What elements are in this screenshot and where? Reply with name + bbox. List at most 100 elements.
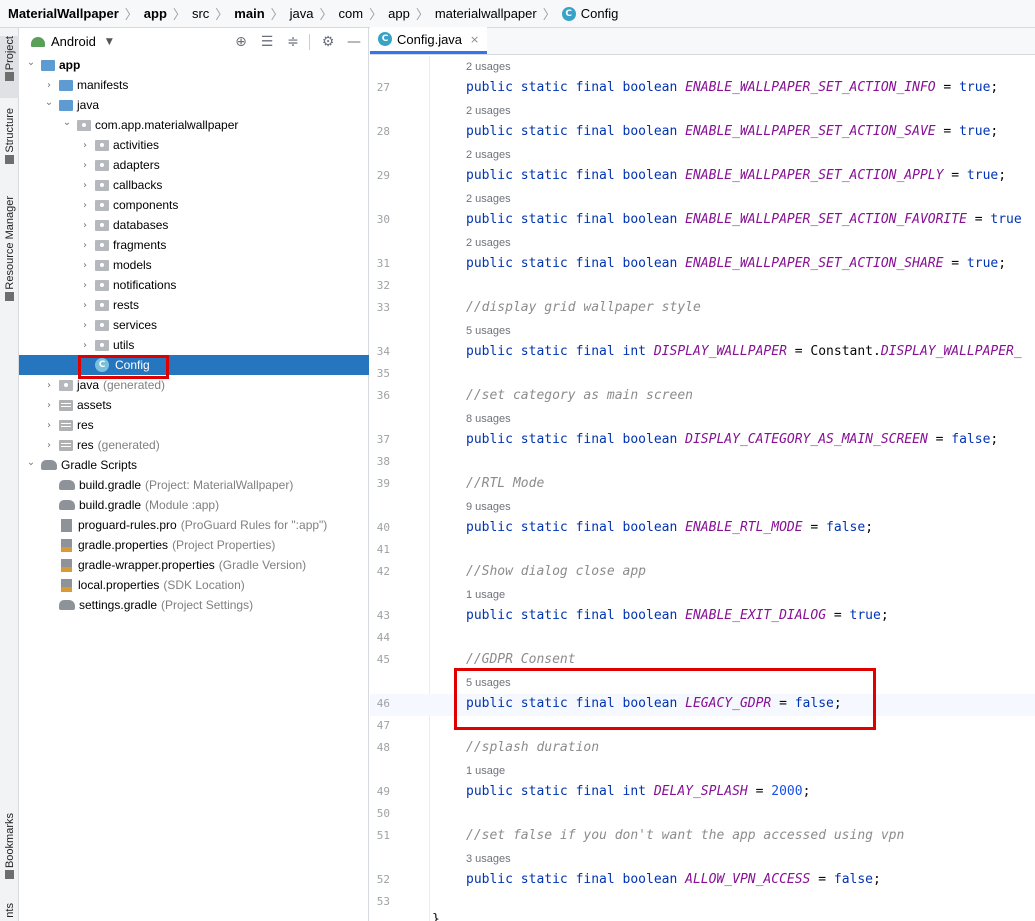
tree-item[interactable]: ⌄ java <box>19 95 369 115</box>
chevron-right-icon[interactable]: › <box>79 200 91 211</box>
chevron-down-icon[interactable]: ▼ <box>106 37 113 47</box>
code-line[interactable]: 35 <box>370 364 1035 386</box>
code-line[interactable]: 32 <box>370 276 1035 298</box>
chevron-right-icon[interactable]: › <box>43 400 55 411</box>
breadcrumb-item[interactable]: materialwallpaper <box>435 6 537 21</box>
code-line[interactable]: 49 public static final int DELAY_SPLASH =… <box>370 782 1035 804</box>
structure-tool-button[interactable]: Structure <box>0 108 19 178</box>
usages-hint[interactable]: 9 usages <box>370 496 1035 518</box>
usages-label[interactable]: 1 usage <box>466 760 505 782</box>
tree-item[interactable]: ›proguard-rules.pro(ProGuard Rules for "… <box>19 515 369 535</box>
chevron-right-icon[interactable]: › <box>79 280 91 291</box>
breadcrumb-item[interactable]: java <box>290 6 314 21</box>
code-line[interactable]: 31 public static final boolean ENABLE_WAL… <box>370 254 1035 276</box>
usages-label[interactable]: 2 usages <box>466 144 511 166</box>
usages-label[interactable]: 3 usages <box>466 848 511 870</box>
chevron-right-icon[interactable]: › <box>43 440 55 451</box>
chevron-down-icon[interactable]: ⌄ <box>61 117 73 128</box>
tree-item[interactable]: › java (generated) <box>19 375 369 395</box>
usages-hint[interactable]: 2 usages <box>370 56 1035 78</box>
code-line[interactable]: 53 <box>370 892 1035 914</box>
tree-item[interactable]: ›CConfig <box>19 355 369 375</box>
usages-hint[interactable]: 8 usages <box>370 408 1035 430</box>
code-line[interactable]: 39 //RTL Mode <box>370 474 1035 496</box>
tab-config-java[interactable]: C Config.java × <box>370 27 488 54</box>
expand-all-icon[interactable]: ☰ <box>259 34 275 50</box>
tree-item[interactable]: ›build.gradle(Module :app) <box>19 495 369 515</box>
chevron-right-icon[interactable]: › <box>43 380 55 391</box>
usages-label[interactable]: 9 usages <box>466 496 511 518</box>
breadcrumb-current[interactable]: Config <box>581 6 619 21</box>
usages-label[interactable]: 1 usage <box>466 584 505 606</box>
tree-item[interactable]: › activities <box>19 135 369 155</box>
usages-label[interactable]: 2 usages <box>466 232 511 254</box>
breadcrumb-item[interactable]: src <box>192 6 209 21</box>
tree-item[interactable]: › adapters <box>19 155 369 175</box>
resource-manager-tool-button[interactable]: Resource Manager <box>0 196 19 311</box>
tree-item[interactable]: › assets <box>19 395 369 415</box>
close-icon[interactable]: × <box>470 33 479 46</box>
code-line[interactable]: 40 public static final boolean ENABLE_RTL… <box>370 518 1035 540</box>
code-line[interactable]: 41 <box>370 540 1035 562</box>
breadcrumb-item[interactable]: com <box>339 6 364 21</box>
chevron-down-icon[interactable]: ⌄ <box>25 457 37 468</box>
usages-label[interactable]: 2 usages <box>466 188 511 210</box>
chevron-right-icon[interactable]: › <box>79 180 91 191</box>
tree-item[interactable]: › notifications <box>19 275 369 295</box>
code-line[interactable]: 37 public static final boolean DISPLAY_CA… <box>370 430 1035 452</box>
usages-label[interactable]: 5 usages <box>466 320 511 342</box>
breadcrumb-item[interactable]: app <box>388 6 410 21</box>
tree-item[interactable]: › rests <box>19 295 369 315</box>
code-line[interactable]: 28 public static final boolean ENABLE_WAL… <box>370 122 1035 144</box>
tree-item[interactable]: › models <box>19 255 369 275</box>
code-line[interactable]: 50 <box>370 804 1035 826</box>
gear-icon[interactable]: ⚙ <box>320 34 336 50</box>
code-line[interactable]: 27 public static final boolean ENABLE_WAL… <box>370 78 1035 100</box>
tree-item[interactable]: › databases <box>19 215 369 235</box>
code-line[interactable]: 30 public static final boolean ENABLE_WAL… <box>370 210 1035 232</box>
tree-item[interactable]: ›build.gradle(Project: MaterialWallpaper… <box>19 475 369 495</box>
usages-hint[interactable]: 1 usage <box>370 584 1035 606</box>
locate-icon[interactable]: ⊕ <box>233 34 249 50</box>
tree-item[interactable]: › res (generated) <box>19 435 369 455</box>
chevron-right-icon[interactable]: › <box>79 300 91 311</box>
code-line[interactable]: 51 //set false if you don't want the app … <box>370 826 1035 848</box>
usages-hint[interactable]: 2 usages <box>370 188 1035 210</box>
tree-item[interactable]: › fragments <box>19 235 369 255</box>
chevron-right-icon[interactable]: › <box>79 240 91 251</box>
breadcrumb-item[interactable]: MaterialWallpaper <box>8 6 119 21</box>
tree-item[interactable]: › services <box>19 315 369 335</box>
tree-item[interactable]: › res <box>19 415 369 435</box>
tree-item[interactable]: ›gradle-wrapper.properties(Gradle Versio… <box>19 555 369 575</box>
code-line[interactable]: 43 public static final boolean ENABLE_EXI… <box>370 606 1035 628</box>
hide-icon[interactable]: — <box>346 34 362 50</box>
code-line[interactable]: 52 public static final boolean ALLOW_VPN_… <box>370 870 1035 892</box>
chevron-right-icon[interactable]: › <box>79 140 91 151</box>
chevron-right-icon[interactable]: › <box>43 420 55 431</box>
usages-label[interactable]: 2 usages <box>466 100 511 122</box>
code-line[interactable]: 48 //splash duration <box>370 738 1035 760</box>
usages-hint[interactable]: 1 usage <box>370 760 1035 782</box>
usages-hint[interactable]: 5 usages <box>370 320 1035 342</box>
usages-hint[interactable]: 3 usages <box>370 848 1035 870</box>
chevron-right-icon[interactable]: › <box>79 260 91 271</box>
code-line[interactable]: 38 <box>370 452 1035 474</box>
code-line[interactable]: 36 //set category as main screen <box>370 386 1035 408</box>
tree-item[interactable]: ›gradle.properties(Project Properties) <box>19 535 369 555</box>
tree-item[interactable]: › callbacks <box>19 175 369 195</box>
breadcrumb-item[interactable]: main <box>234 6 264 21</box>
bottom-tool-button[interactable]: nts <box>0 903 19 921</box>
code-line[interactable]: 44 <box>370 628 1035 650</box>
chevron-down-icon[interactable]: ⌄ <box>43 97 55 108</box>
code-line[interactable]: 33 //display grid wallpaper style <box>370 298 1035 320</box>
usages-hint[interactable]: 2 usages <box>370 100 1035 122</box>
chevron-right-icon[interactable]: › <box>79 220 91 231</box>
chevron-right-icon[interactable]: › <box>79 160 91 171</box>
usages-hint[interactable]: 2 usages <box>370 232 1035 254</box>
code-line[interactable]: 29 public static final boolean ENABLE_WAL… <box>370 166 1035 188</box>
code-line[interactable]: 34 public static final int DISPLAY_WALLPA… <box>370 342 1035 364</box>
chevron-down-icon[interactable]: ⌄ <box>25 57 37 68</box>
tree-item[interactable]: ›settings.gradle(Project Settings) <box>19 595 369 615</box>
breadcrumb-item[interactable]: app <box>144 6 167 21</box>
project-tool-button[interactable]: Project <box>0 36 19 98</box>
